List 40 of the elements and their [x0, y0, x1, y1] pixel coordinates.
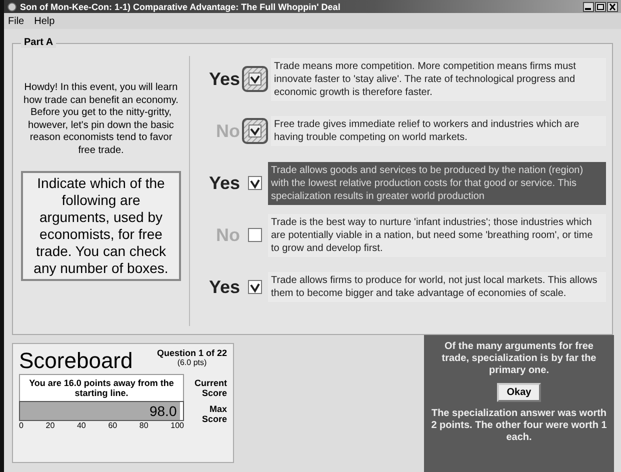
axis-tick-label: 100 — [170, 421, 184, 430]
maximize-icon[interactable] — [595, 2, 606, 12]
checkbox[interactable] — [242, 118, 268, 144]
scoreboard-title: Scoreboard — [19, 348, 133, 374]
statement-option[interactable]: Trade is the best way to nurture 'infant industries'; those industries which are potentially viable in a nation, but need some 'breathing room', or time to grow and develop first. — [268, 214, 606, 256]
group-title: Part A — [21, 37, 56, 48]
score-value: 98.0 — [149, 403, 178, 419]
answer-label: No — [215, 224, 240, 246]
statement-option[interactable]: Trade allows goods and services to be produced by the nation (region) with the lowest relative production costs for that good or service. This specialization results in greater world production — [268, 162, 606, 204]
answer-label: Yes — [208, 172, 240, 194]
menu-item[interactable]: File — [8, 16, 24, 26]
window-title: Son of Mon-Kee-Con: 1-1) Comparative Advantage: The Full Whoppin' Deal — [20, 2, 342, 12]
checkbox[interactable] — [248, 280, 262, 294]
statement-option[interactable]: Trade allows firms to produce for world, not just local markets. This allows them to become bigger and take advantage of economies of scale. — [268, 272, 606, 302]
question-points: (6.0 pts) — [177, 358, 207, 367]
menu-item[interactable]: Help — [34, 16, 55, 26]
axis-tick-label: 80 — [139, 421, 148, 430]
feedback-message: Of the many arguments for free trade, specialization is by far the primary one. — [440, 341, 598, 377]
statement-option[interactable]: Free trade gives immediate relief to workers and industries which are having trouble competing on world markets. — [271, 116, 606, 146]
instruction-text: Indicate which of the following are arguments, used by economists, for free trade. You can check any number of boxes. — [21, 171, 181, 281]
axis-tick-label: 0 — [19, 421, 24, 430]
max-score-label: Max Score — [200, 404, 227, 424]
score-message: You are 16.0 points away from the starting line. — [19, 374, 184, 401]
axis-tick-label: 60 — [108, 421, 118, 430]
checkbox[interactable] — [242, 66, 268, 92]
axis-tick-label: 40 — [76, 421, 86, 430]
close-icon[interactable] — [607, 2, 618, 12]
current-score-label: Current Score — [193, 378, 227, 398]
feedback-note: The specialization answer was worth 2 points. The other four were worth 1 each. — [430, 408, 608, 444]
answer-label: No — [215, 120, 240, 142]
checkbox[interactable] — [248, 176, 262, 190]
intro-text: Howdy! In this event, you will learn how trade can benefit an economy. Before you get to the nitty-gritty, however, let's pin down the basic reason economists tend to favor free trade. — [22, 82, 180, 157]
axis-tick-label: 20 — [46, 421, 55, 430]
checkbox[interactable] — [248, 228, 262, 242]
answer-label: Yes — [208, 276, 240, 298]
okay-button[interactable]: Okay — [496, 383, 542, 402]
statement-option[interactable]: Trade means more competition. More competition means firms must innovate faster to 'stay alive'. The rate of technological progress and economic growth is therefore faster. — [271, 58, 606, 100]
minimize-icon[interactable] — [583, 2, 594, 12]
answer-label: Yes — [208, 68, 240, 90]
question-counter: Question 1 of 22 — [156, 348, 227, 358]
